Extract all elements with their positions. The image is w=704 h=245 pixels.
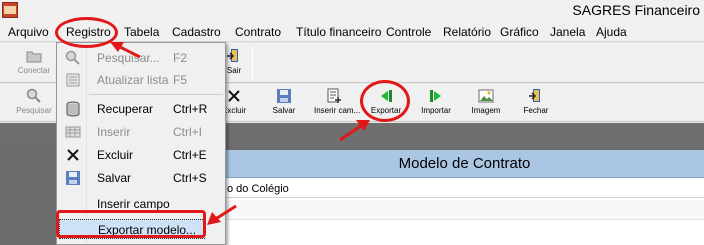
annotation-arrows bbox=[110, 42, 370, 225]
